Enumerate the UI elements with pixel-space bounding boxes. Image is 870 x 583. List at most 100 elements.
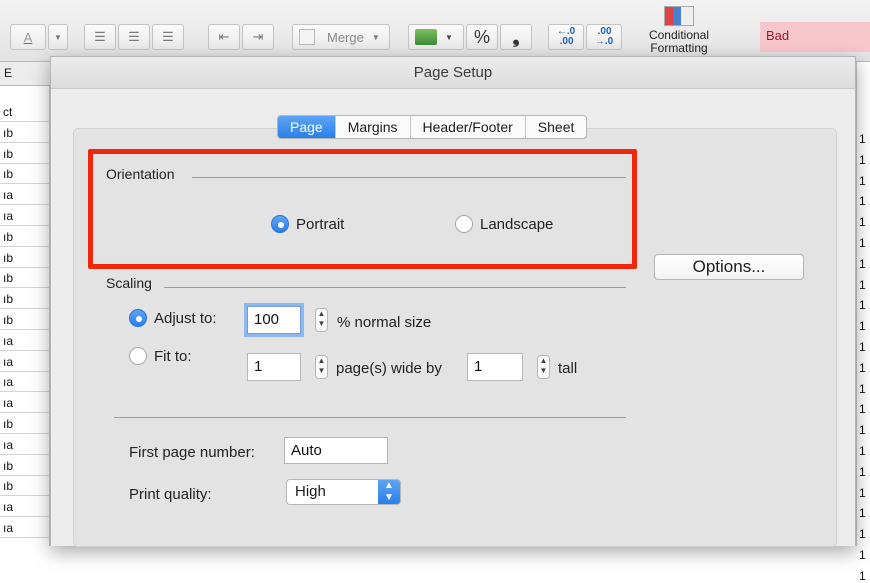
- sheet-cell[interactable]: ıb: [0, 478, 50, 497]
- print-quality-label: Print quality:: [129, 486, 212, 503]
- sheet-cell-value[interactable]: 1: [859, 298, 870, 312]
- sheet-cell[interactable]: ıb: [0, 146, 50, 164]
- conditional-formatting-label-2: Formatting: [650, 41, 708, 55]
- scaling-label: Scaling: [106, 275, 156, 291]
- percent-style-button[interactable]: %: [466, 24, 498, 50]
- scaling-divider: [164, 287, 626, 288]
- sheet-cell-value[interactable]: 1: [859, 340, 870, 354]
- dialog-title-bar[interactable]: Page Setup: [51, 57, 855, 89]
- sheet-cell-value[interactable]: 1: [859, 194, 870, 208]
- adjust-to-radio-button[interactable]: [129, 309, 147, 327]
- landscape-radio-button[interactable]: [455, 215, 473, 233]
- fit-tall-stepper[interactable]: ▲ ▼: [537, 355, 550, 379]
- dialog-title: Page Setup: [413, 64, 493, 81]
- fit-to-radio[interactable]: Fit to:: [129, 347, 192, 365]
- sheet-cell[interactable]: ıb: [0, 270, 50, 289]
- column-header[interactable]: E: [0, 62, 50, 86]
- align-left-button[interactable]: ☰: [84, 24, 116, 50]
- sheet-cell-value[interactable]: 1: [859, 548, 870, 562]
- sheet-cell[interactable]: ıa: [0, 437, 50, 455]
- decrease-indent-button[interactable]: ⇤: [208, 24, 240, 50]
- tab-sheet[interactable]: Sheet: [524, 116, 587, 138]
- fit-to-label: Fit to:: [154, 347, 192, 365]
- accounting-format-button[interactable]: ▼: [408, 24, 464, 50]
- fit-wide-input[interactable]: 1: [247, 353, 301, 381]
- adjust-to-radio[interactable]: Adjust to:: [129, 309, 217, 327]
- sheet-cell[interactable]: ıa: [0, 499, 50, 518]
- align-right-button[interactable]: ☰: [152, 24, 184, 50]
- sheet-cell-value[interactable]: 1: [859, 153, 870, 167]
- normal-size-label: % normal size: [337, 314, 432, 331]
- sheet-cell-value[interactable]: 1: [859, 486, 870, 500]
- sheet-cell[interactable]: ıb: [0, 125, 50, 143]
- comma-style-button[interactable]: ❟: [500, 24, 532, 50]
- merge-label: Merge: [327, 29, 364, 45]
- first-page-number-label: First page number:: [129, 444, 255, 461]
- increase-decimal-button[interactable]: .00 →.0: [586, 24, 622, 50]
- fit-tall-input[interactable]: 1: [467, 353, 523, 381]
- sheet-cell-value[interactable]: 1: [859, 278, 870, 292]
- sheet-cell-value[interactable]: 1: [859, 444, 870, 458]
- sheet-cell[interactable]: ıb: [0, 458, 50, 476]
- tab-margins[interactable]: Margins: [334, 116, 410, 138]
- sheet-cell[interactable]: ıa: [0, 374, 50, 393]
- sheet-cell[interactable]: ıb: [0, 416, 50, 434]
- sheet-cell[interactable]: ct: [0, 104, 50, 122]
- sheet-cell[interactable]: ıa: [0, 395, 50, 414]
- sheet-cell[interactable]: ıb: [0, 250, 50, 268]
- sheet-cell-value[interactable]: 1: [859, 506, 870, 520]
- tab-page[interactable]: Page: [278, 116, 335, 138]
- font-color-button[interactable]: A: [10, 24, 46, 50]
- adjust-to-stepper[interactable]: ▲ ▼: [315, 308, 328, 332]
- font-color-dropdown[interactable]: ▼: [48, 24, 68, 50]
- sheet-cell[interactable]: ıb: [0, 166, 50, 185]
- sheet-cell[interactable]: ıb: [0, 291, 50, 310]
- ribbon-toolbar: A ▼ ☰ ☰ ☰ ⇤ ⇥ Merge ▼ ▼ % ❟ ←.0 .00 .00 →…: [0, 0, 870, 62]
- sheet-right-column: 1 1 1 1 1 1 1 1 1 1 1 1 1 1 1 1 1 1 1 1 1 1: [856, 62, 870, 583]
- comma-icon: ❟: [512, 26, 520, 47]
- sheet-cell[interactable]: ıa: [0, 354, 50, 372]
- sheet-cell-value[interactable]: 1: [859, 215, 870, 229]
- sheet-cell-value[interactable]: 1: [859, 382, 870, 396]
- sheet-cell-value[interactable]: 1: [859, 319, 870, 333]
- conditional-formatting-button[interactable]: Conditional Formatting: [634, 2, 724, 60]
- sheet-cell-value[interactable]: 1: [859, 423, 870, 437]
- sheet-cell-value[interactable]: 1: [859, 569, 870, 583]
- decrease-decimal-button[interactable]: ←.0 .00: [548, 24, 584, 50]
- sheet-cell-value[interactable]: 1: [859, 132, 870, 146]
- merge-button[interactable]: Merge ▼: [292, 24, 390, 50]
- align-center-button[interactable]: ☰: [118, 24, 150, 50]
- sheet-cell[interactable]: ıb: [0, 312, 50, 330]
- sheet-cell-value[interactable]: 1: [859, 361, 870, 375]
- sheet-cell[interactable]: ıa: [0, 187, 50, 206]
- tab-header-footer[interactable]: Header/Footer: [409, 116, 525, 138]
- options-button[interactable]: Options...: [654, 254, 804, 280]
- sheet-cell[interactable]: ıa: [0, 520, 50, 538]
- print-quality-select[interactable]: High ▲ ▼: [286, 479, 401, 505]
- sheet-cell-value[interactable]: 1: [859, 402, 870, 416]
- first-page-number-input[interactable]: Auto: [284, 437, 388, 464]
- tab-panel: Orientation Portrait Landscape Scaling A…: [73, 128, 837, 547]
- merge-icon: [299, 29, 315, 45]
- chevron-down-icon: ▼: [371, 32, 380, 42]
- decrease-indent-icon: ⇤: [218, 29, 230, 44]
- sheet-cell-value[interactable]: 1: [859, 527, 870, 541]
- increase-indent-button[interactable]: ⇥: [242, 24, 274, 50]
- fit-wide-stepper[interactable]: ▲ ▼: [315, 355, 328, 379]
- portrait-radio[interactable]: Portrait: [271, 215, 344, 233]
- adjust-to-input[interactable]: 100: [247, 306, 301, 334]
- landscape-radio[interactable]: Landscape: [455, 215, 553, 233]
- select-chevron-icon: ▲ ▼: [378, 480, 400, 504]
- sheet-cell-value[interactable]: 1: [859, 174, 870, 188]
- sheet-cell[interactable]: ıa: [0, 208, 50, 226]
- sheet-cell-value[interactable]: 1: [859, 465, 870, 479]
- sheet-cell-value[interactable]: 1: [859, 236, 870, 250]
- bad-style-cell[interactable]: Bad: [760, 22, 870, 52]
- sheet-cell-value[interactable]: 1: [859, 257, 870, 271]
- fit-to-radio-button[interactable]: [129, 347, 147, 365]
- percent-icon: %: [473, 26, 490, 47]
- sheet-cell[interactable]: ıb: [0, 229, 50, 247]
- increase-decimal-icon: .00 →.0: [594, 26, 614, 47]
- portrait-radio-button[interactable]: [271, 215, 289, 233]
- sheet-cell[interactable]: ıa: [0, 333, 50, 351]
